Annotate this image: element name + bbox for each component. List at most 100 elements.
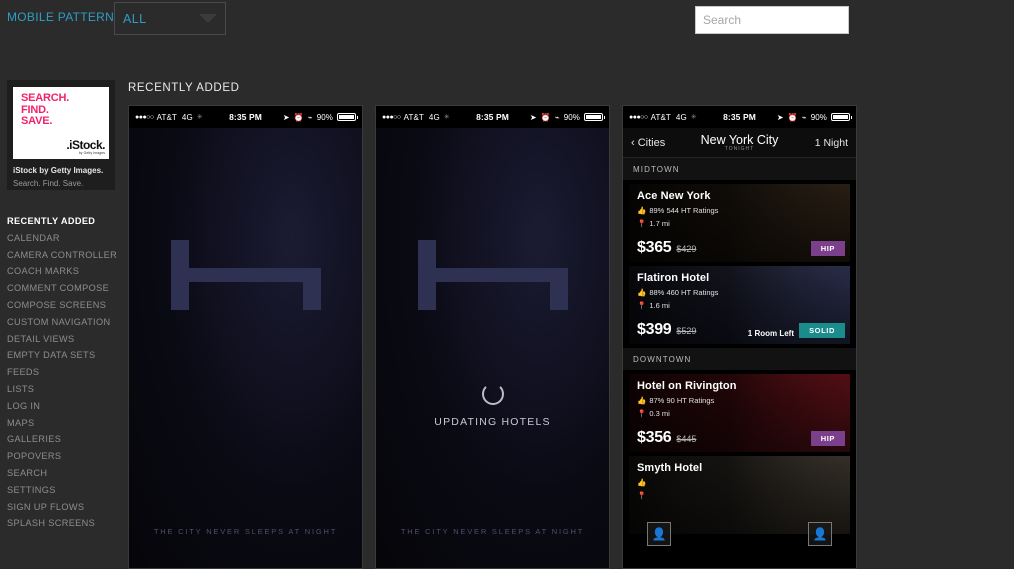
screenshot-card-loading[interactable]: UPDATING HOTELS THE CITY NEVER SLEEPS AT… [375,105,610,569]
hotel-rating: 89% 544 HT Ratings [649,206,719,215]
hotel-info: Ace New York 👍 89% 544 HT Ratings 📍 1.7 mi [637,190,718,228]
loading-tagline: THE CITY NEVER SLEEPS AT NIGHT [400,527,585,536]
hotel-name: Smyth Hotel [637,462,703,474]
sidebar-item-popovers[interactable]: POPOVERS [0,448,125,465]
splash-tagline: THE CITY NEVER SLEEPS AT NIGHT [153,527,338,536]
person-filled-icon[interactable]: 👤 [808,522,832,546]
status-time: 8:35 PM [723,112,756,122]
site-brand[interactable]: MOBILE PATTERNS [7,10,122,24]
screenshot-card-hotel-list[interactable]: ●●●○○ AT&T 4G ✳ 8:35 PM ➤ ⏰ ⌁ 90% ‹ Citi… [622,105,857,569]
back-to-cities-button[interactable]: ‹ Cities [631,137,665,149]
sidebar-item-calendar[interactable]: CALENDAR [0,230,125,247]
splash-background: THE CITY NEVER SLEEPS AT NIGHT [129,128,362,568]
sidebar-item-galleries[interactable]: GALLERIES [0,431,125,448]
nights-selector[interactable]: 1 Night [815,137,848,149]
hotel-distance: 1.6 mi [649,301,670,310]
status-badge: HIP [810,431,845,446]
sidebar-item-lists[interactable]: LISTS [0,381,125,398]
battery-icon [831,113,852,121]
hotel-distance: 0.3 mi [649,409,670,418]
sidebar-item-log-in[interactable]: LOG IN [0,398,125,415]
ios-status-bar: ●●●○○ AT&T 4G ✳ 8:35 PM ➤ ⏰ ⌁ 90% [623,106,856,128]
chevron-down-icon [199,14,217,23]
hotel-card[interactable]: Ace New York 👍 89% 544 HT Ratings 📍 1.7 mi $3… [629,184,850,262]
ad-line-1: SEARCH. [21,92,70,104]
hotel-name: Hotel on Rivington [637,380,737,392]
hotel-price-row: $365 $429 [637,239,696,257]
category-filter-dropdown[interactable]: ALL [114,2,226,35]
bed-logo-icon [417,240,568,310]
ad-subtitle: Search. Find. Save. [13,179,84,188]
hotel-rating: 87% 90 HT Ratings [649,396,715,405]
hotel-price: $365 [637,239,672,256]
sidebar-nav-list: RECENTLY ADDED CALENDAR CAMERA CONTROLLER C… [0,213,125,532]
ad-title: iStock by Getty Images. [13,166,104,175]
sidebar-item-empty-data-sets[interactable]: EMPTY DATA SETS [0,347,125,364]
status-badge: SOLID [799,323,845,338]
hotel-price-row: $356 $445 [637,429,696,447]
top-bar: MOBILE PATTERNS ALL [0,0,1014,42]
sidebar-item-settings[interactable]: SETTINGS [0,482,125,499]
istock-ad[interactable]: SEARCH. FIND. SAVE. .iStock. by Getty Im… [7,80,115,190]
hotel-list-navbar: ‹ Cities New York City TONIGHT 1 Night [623,128,856,158]
thumbs-up-icon: 👍 [637,288,647,297]
sidebar-item-detail-views[interactable]: DETAIL VIEWS [0,331,125,348]
sidebar-item-splash-screens[interactable]: SPLASH SCREENS [0,515,125,532]
sidebar: SEARCH. FIND. SAVE. .iStock. by Getty Im… [0,50,125,528]
category-filter-value: ALL [123,11,147,26]
section-header: MIDTOWN [623,158,856,180]
sidebar-item-feeds[interactable]: FEEDS [0,364,125,381]
sidebar-item-recently-added[interactable]: RECENTLY ADDED [0,213,125,230]
hotel-distance-row: 📍 0.3 mi [637,409,737,418]
person-outline-icon[interactable]: 👤 [647,522,671,546]
hotel-list: MIDTOWN Ace New York 👍 89% 544 HT Ratings 📍 1… [623,158,856,534]
hotel-rating-row: 👍 89% 544 HT Ratings [637,206,718,215]
bed-logo-icon [170,240,321,310]
sidebar-item-compose-screens[interactable]: COMPOSE SCREENS [0,297,125,314]
sidebar-item-comment-compose[interactable]: COMMENT COMPOSE [0,280,125,297]
main-content: RECENTLY ADDED THE CITY NEVER SLEEPS AT … [125,50,1014,569]
search-input[interactable] [695,6,849,34]
hotel-price-row: $399 $529 [637,321,696,339]
hotel-distance-row: 📍 1.7 mi [637,219,718,228]
loading-spinner-icon [481,383,504,405]
hotel-distance-row: 📍 1.6 mi [637,301,718,310]
hotel-info: Flatiron Hotel 👍 88% 460 HT Ratings 📍 1.6 mi [637,272,718,310]
thumbs-up-icon: 👍 [637,206,647,215]
ad-image: SEARCH. FIND. SAVE. .iStock. by Getty Im… [13,87,109,159]
hotel-info: Smyth Hotel 👍 📍 [637,462,702,500]
sidebar-item-sign-up-flows[interactable]: SIGN UP FLOWS [0,499,125,516]
hotel-price: $399 [637,321,672,338]
sidebar-item-coach-marks[interactable]: COACH MARKS [0,263,125,280]
hotel-rating-row: 👍 87% 90 HT Ratings [637,396,737,405]
hotel-price-original: $445 [676,434,697,444]
status-time: 8:35 PM [476,112,509,122]
hotel-price: $356 [637,429,672,446]
hotel-distance-row: 📍 [637,491,702,500]
istock-logo: .iStock. by Getty Images [66,138,105,155]
hotel-rating-row: 👍 88% 460 HT Ratings [637,288,718,297]
map-pin-icon: 📍 [637,409,647,418]
sidebar-item-custom-navigation[interactable]: CUSTOM NAVIGATION [0,314,125,331]
thumbs-up-icon: 👍 [637,396,647,405]
screenshot-card-splash[interactable]: THE CITY NEVER SLEEPS AT NIGHT ●●●○○ AT&… [128,105,363,569]
ad-line-2: FIND. [21,103,49,116]
sidebar-item-maps[interactable]: MAPS [0,415,125,432]
hotel-card[interactable]: Flatiron Hotel 👍 88% 460 HT Ratings 📍 1.6 mi… [629,266,850,344]
hotel-price-original: $429 [676,244,697,254]
ios-status-bar: ●●●○○ AT&T 4G ✳ 8:35 PM ➤ ⏰ ⌁ 90% [376,106,609,128]
battery-icon [337,113,358,121]
sidebar-item-search[interactable]: SEARCH [0,465,125,482]
page-title: RECENTLY ADDED [128,82,240,94]
map-pin-icon: 📍 [637,491,647,500]
hotel-price-original: $529 [676,326,697,336]
sidebar-item-camera-controller[interactable]: CAMERA CONTROLLER [0,247,125,264]
thumbs-up-icon: 👍 [637,478,647,487]
rooms-left-label: 1 Room Left [747,329,794,338]
hotel-name: Ace New York [637,190,711,202]
hotel-rating-row: 👍 [637,478,702,487]
hotel-distance: 1.7 mi [649,219,670,228]
status-badge: HIP [810,241,845,256]
hotel-card[interactable]: Hotel on Rivington 👍 87% 90 HT Ratings 📍 0.3… [629,374,850,452]
map-pin-icon: 📍 [637,301,647,310]
